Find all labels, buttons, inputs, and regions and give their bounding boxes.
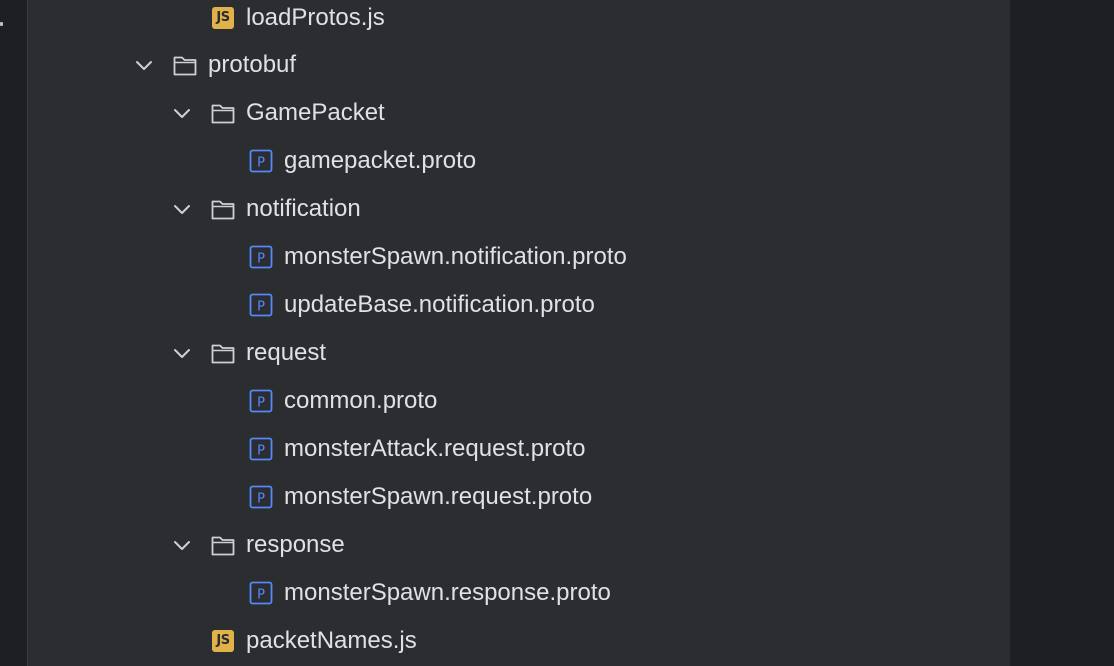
tree-item-updatebase-notification-proto[interactable]: P updateBase.notification.proto	[28, 287, 978, 323]
js-badge-text: JS	[212, 630, 234, 652]
tree-item-gamepacket-proto[interactable]: P gamepacket.proto	[28, 143, 978, 179]
folder-icon	[173, 56, 197, 76]
tree-item-label: packetNames.js	[246, 627, 417, 654]
js-file-icon: JS	[210, 5, 236, 31]
gutter-mark	[0, 22, 3, 26]
tree-item-label: notification	[246, 195, 361, 222]
tree-item-gamepacket-folder[interactable]: GamePacket	[28, 95, 978, 131]
tree-item-label: GamePacket	[246, 99, 385, 126]
tree-item-label: monsterSpawn.request.proto	[284, 483, 593, 510]
tree-item-monsterattack-request-proto[interactable]: P monsterAttack.request.proto	[28, 431, 978, 467]
proto-badge-text: P	[257, 252, 265, 267]
tree-item-monsterspawn-request-proto[interactable]: P monsterSpawn.request.proto	[28, 479, 978, 515]
left-gutter	[0, 0, 27, 666]
tree-item-label: monsterSpawn.response.proto	[284, 579, 611, 606]
tree-item-protobuf-folder[interactable]: protobuf	[28, 47, 978, 83]
folder-icon	[211, 104, 235, 124]
tree-item-label: protobuf	[208, 51, 297, 78]
tree-item-notification-folder[interactable]: notification	[28, 191, 978, 227]
chevron-down-icon[interactable]	[171, 342, 193, 364]
chevron-down-icon[interactable]	[133, 54, 155, 76]
tree-item-label: request	[246, 339, 327, 366]
tree-item-response-folder[interactable]: response	[28, 527, 978, 563]
proto-badge-text: P	[257, 396, 265, 411]
tree-item-monsterspawn-notification-proto[interactable]: P monsterSpawn.notification.proto	[28, 239, 978, 275]
tree-item-label: monsterSpawn.notification.proto	[284, 243, 627, 270]
tree-item-monsterspawn-response-proto[interactable]: P monsterSpawn.response.proto	[28, 575, 978, 611]
folder-icon	[211, 344, 235, 364]
chevron-down-icon[interactable]	[171, 102, 193, 124]
tree-item-label: updateBase.notification.proto	[284, 291, 595, 318]
proto-file-icon: P	[249, 485, 273, 509]
tree-item-label: gamepacket.proto	[284, 147, 477, 174]
chevron-down-icon[interactable]	[171, 534, 193, 556]
proto-badge-text: P	[257, 444, 265, 459]
tree-item-packetnames-js[interactable]: JS packetNames.js	[28, 623, 978, 659]
tree-item-label: response	[246, 531, 345, 558]
js-badge-text: JS	[212, 7, 234, 29]
tree-item-label: loadProtos.js	[246, 4, 385, 31]
proto-badge-text: P	[257, 156, 265, 171]
proto-file-icon: P	[249, 245, 273, 269]
proto-badge-text: P	[257, 588, 265, 603]
tree-item-common-proto[interactable]: P common.proto	[28, 383, 978, 419]
tree-item-label: monsterAttack.request.proto	[284, 435, 586, 462]
editor-area-edge	[1010, 0, 1114, 666]
tree-item-loadprotos-js[interactable]: JS loadProtos.js	[28, 0, 978, 36]
folder-icon	[211, 200, 235, 220]
proto-file-icon: P	[249, 293, 273, 317]
proto-badge-text: P	[257, 300, 265, 315]
chevron-down-icon[interactable]	[171, 198, 193, 220]
proto-file-icon: P	[249, 581, 273, 605]
js-file-icon: JS	[210, 628, 236, 654]
proto-file-icon: P	[249, 389, 273, 413]
folder-icon	[211, 536, 235, 556]
proto-file-icon: P	[249, 437, 273, 461]
tree-item-label: common.proto	[284, 387, 438, 414]
project-tree: JS loadProtos.js protobuf GamePacket P g…	[28, 0, 988, 666]
tree-item-request-folder[interactable]: request	[28, 335, 978, 371]
proto-badge-text: P	[257, 492, 265, 507]
project-tool-window: JS loadProtos.js protobuf GamePacket P g…	[28, 0, 1030, 666]
proto-file-icon: P	[249, 149, 273, 173]
